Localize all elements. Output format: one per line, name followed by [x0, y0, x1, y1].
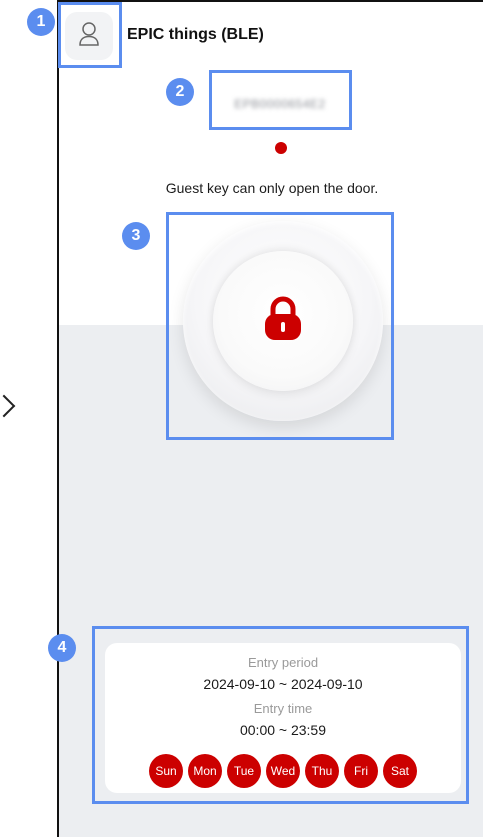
- callout-box-3: [166, 212, 394, 440]
- header: EPIC things (BLE): [59, 2, 483, 70]
- app-title: EPIC things (BLE): [127, 26, 264, 43]
- callout-box-2: [209, 70, 352, 130]
- callout-box-4: [92, 626, 469, 804]
- guest-key-note: Guest key can only open the door.: [165, 180, 379, 196]
- connection-status-dot: [275, 142, 287, 154]
- callout-badge-3: 3: [122, 222, 150, 250]
- callout-badge-4: 4: [48, 634, 76, 662]
- chevron-left-icon[interactable]: [0, 394, 16, 418]
- callout-badge-1: 1: [27, 8, 55, 36]
- callout-box-1: [58, 2, 122, 68]
- callout-badge-2: 2: [166, 78, 194, 106]
